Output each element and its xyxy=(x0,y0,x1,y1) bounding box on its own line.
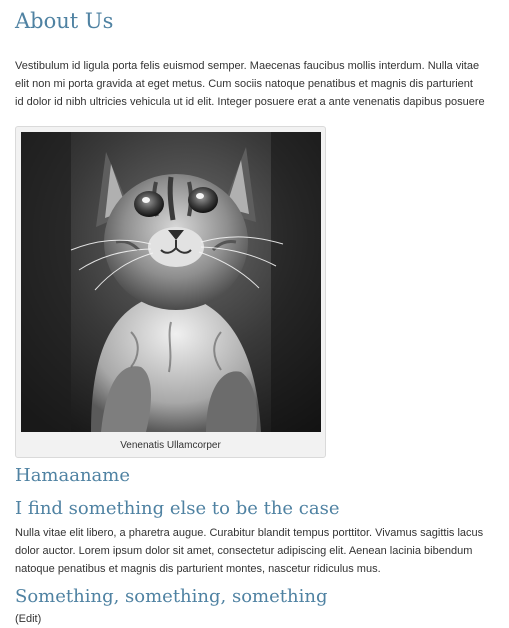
kitten-photo xyxy=(21,132,321,432)
section-line: Nulla vitae elit libero, a pharetra augu… xyxy=(15,527,484,539)
section-line: natoque penatibus et magnis dis parturie… xyxy=(15,563,381,575)
intro-paragraph: Vestibulum id ligula porta felis euismod… xyxy=(15,57,509,111)
intro-line: elit non mi porta gravida at eget metus.… xyxy=(15,78,473,90)
trailing-text: (Edit) xyxy=(15,610,509,628)
section-heading: Something, something, something xyxy=(15,586,328,607)
section-line: dolor auctor. Lorem ipsum dolor sit amet… xyxy=(15,545,473,557)
page-title: About Us xyxy=(15,9,114,33)
section-heading: I find something else to be the case xyxy=(15,498,340,519)
section-heading: Hamaaname xyxy=(15,465,131,486)
section-paragraph: Nulla vitae elit libero, a pharetra augu… xyxy=(15,524,509,578)
figure-caption: Venenatis Ullamcorper xyxy=(120,440,221,451)
edit-link[interactable]: (Edit) xyxy=(15,610,509,628)
image-figure: Venenatis Ullamcorper xyxy=(15,126,326,458)
intro-line: id dolor id nibh ultricies vehicula ut i… xyxy=(15,96,485,108)
intro-line: Vestibulum id ligula porta felis euismod… xyxy=(15,60,480,72)
